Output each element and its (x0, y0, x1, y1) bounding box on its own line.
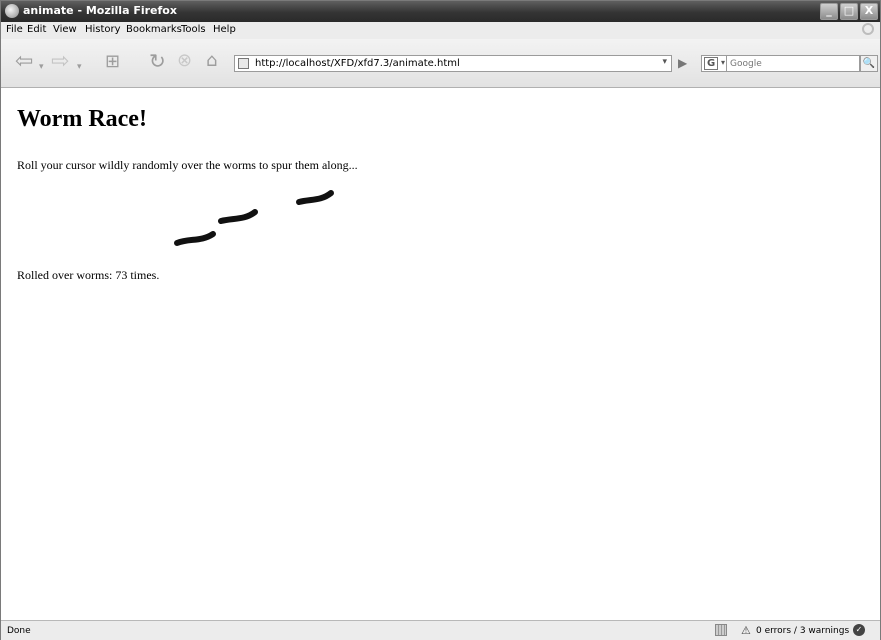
page-icon (238, 58, 249, 69)
stop-icon[interactable]: ⊗ (177, 50, 192, 72)
minimize-button[interactable]: _ (820, 3, 838, 20)
menu-history[interactable]: History (85, 24, 121, 35)
url-dropdown-icon[interactable]: ▾ (662, 57, 667, 67)
worm-1[interactable] (171, 228, 221, 250)
forward-dropdown-icon[interactable]: ▾ (77, 56, 82, 78)
maximize-button[interactable]: □ (840, 3, 858, 20)
menu-edit[interactable]: Edit (27, 24, 46, 35)
search-engine-selector[interactable]: G ▾ (701, 55, 727, 72)
warning-icon[interactable]: ⚠ (741, 624, 751, 637)
instructions-text: Roll your cursor wildly randomly over th… (17, 158, 358, 172)
window-title: animate - Mozilla Firefox (23, 4, 177, 17)
engine-dropdown-icon: ▾ (720, 58, 725, 67)
close-button[interactable]: X (860, 3, 878, 20)
url-text[interactable]: http://localhost/XFD/xfd7.3/animate.html (255, 58, 460, 69)
worm-3[interactable] (293, 188, 343, 210)
throbber-icon (862, 23, 874, 35)
search-box[interactable] (727, 55, 860, 72)
security-check-icon[interactable]: ✓ (853, 624, 865, 636)
menu-view[interactable]: View (53, 24, 77, 35)
home-icon[interactable]: ⌂ (206, 50, 217, 72)
forward-arrow-icon[interactable]: ⇨ (51, 51, 69, 73)
browser-window: animate - Mozilla Firefox _ □ X File Edi… (0, 0, 881, 640)
google-icon: G (704, 57, 719, 70)
new-tab-icon[interactable]: ⊞ (105, 51, 120, 73)
status-text: Done (7, 626, 31, 636)
menu-file[interactable]: File (6, 24, 23, 35)
search-magnifier-icon[interactable]: 🔍 (860, 55, 878, 72)
navigation-toolbar: ⇦ ▾ ⇨ ▾ ⊞ ↻ ⊗ ⌂ http://localhost/XFD/xfd… (1, 39, 880, 88)
panel-icon[interactable] (715, 624, 727, 636)
title-bar: animate - Mozilla Firefox _ □ X (1, 1, 880, 22)
page-content: Worm Race! Roll your cursor wildly rando… (1, 88, 880, 620)
go-arrow-icon[interactable]: ▶ (678, 56, 687, 70)
menu-help[interactable]: Help (213, 24, 236, 35)
page-heading: Worm Race! (17, 106, 147, 132)
error-console-status[interactable]: 0 errors / 3 warnings (756, 626, 849, 636)
firefox-icon (5, 4, 19, 18)
search-input[interactable] (727, 56, 853, 72)
menu-bookmarks[interactable]: Bookmarks (126, 24, 182, 35)
menu-bar: File Edit View History Bookmarks Tools H… (1, 22, 880, 39)
window-controls: _ □ X (820, 3, 878, 20)
menu-tools[interactable]: Tools (181, 24, 206, 35)
worm-2[interactable] (215, 206, 265, 228)
back-dropdown-icon[interactable]: ▾ (39, 56, 44, 78)
url-bar[interactable]: http://localhost/XFD/xfd7.3/animate.html… (234, 55, 672, 72)
rollover-counter: Rolled over worms: 73 times. (17, 268, 160, 282)
back-arrow-icon[interactable]: ⇦ (15, 51, 33, 73)
status-bar: Done ⚠ 0 errors / 3 warnings ✓ (1, 620, 880, 640)
reload-icon[interactable]: ↻ (149, 50, 166, 72)
